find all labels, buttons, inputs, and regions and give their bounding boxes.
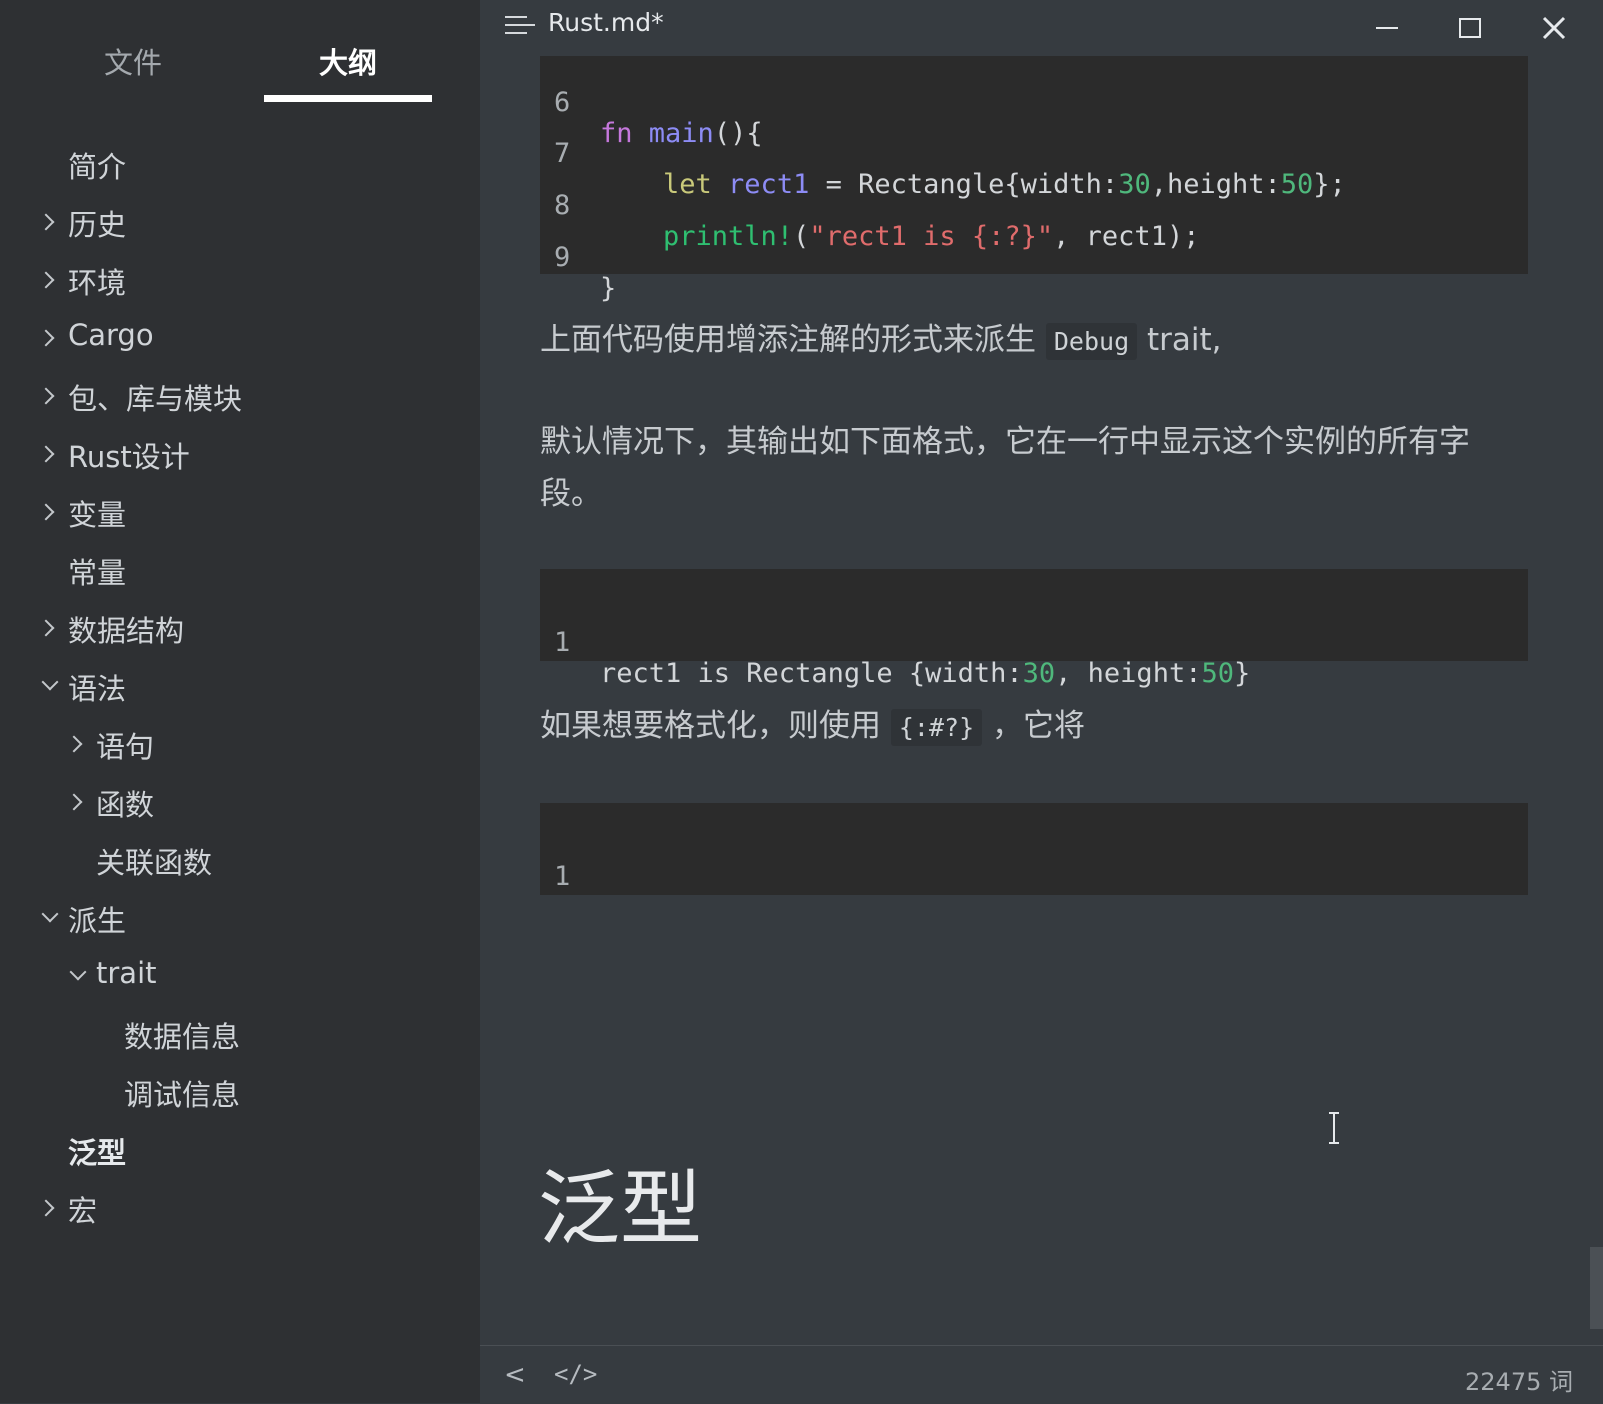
outline-item[interactable]: 宏	[68, 1188, 97, 1230]
code-text: rect1 is Rectangle {width:30, height:50}	[600, 658, 1251, 689]
code-block[interactable]: 1 rect1 is Rectangle {width:30, height:5…	[540, 569, 1528, 689]
outline-item[interactable]: 环境	[68, 260, 126, 302]
chevron-down-icon[interactable]	[41, 905, 59, 923]
code-block[interactable]: 6 fn main(){ 7 let rect1 = Rectangle{wid…	[540, 56, 1528, 304]
text-cursor-icon	[1327, 1110, 1341, 1146]
chevron-right-icon[interactable]	[37, 445, 55, 463]
chevron-down-icon[interactable]	[41, 673, 59, 691]
outline-item[interactable]: 数据结构	[68, 608, 184, 650]
chevron-right-icon[interactable]	[37, 1199, 55, 1217]
close-button[interactable]	[1534, 10, 1574, 46]
source-mode-button[interactable]: </>	[554, 1360, 597, 1388]
outline-item[interactable]: Rust设计	[68, 434, 190, 476]
outline-item[interactable]: trait	[96, 956, 157, 990]
status-bar: < </> 22475 词	[480, 1345, 1603, 1404]
outline-item[interactable]: 历史	[68, 202, 126, 244]
outline-item[interactable]: 语句	[96, 724, 154, 766]
maximize-button[interactable]	[1450, 10, 1490, 46]
line-number: 1	[554, 627, 571, 658]
inline-code: Debug	[1045, 323, 1138, 360]
document-title: Rust.md*	[548, 8, 664, 37]
outline-sidebar: 文件 大纲 简介 历史 环境 Cargo 包、库与模块 Rust设计 变量 常量…	[0, 0, 480, 1403]
chevron-right-icon[interactable]	[37, 503, 55, 521]
minimize-button[interactable]	[1367, 10, 1407, 46]
outline-item[interactable]: 函数	[96, 782, 154, 824]
chevron-right-icon[interactable]	[65, 735, 83, 753]
chevron-right-icon[interactable]	[37, 213, 55, 231]
active-tab-indicator	[264, 95, 432, 102]
section-heading[interactable]: 泛型	[538, 1142, 702, 1261]
code-text: }	[600, 273, 617, 304]
code-text: let rect1 = Rectangle{width:30,height:50…	[663, 169, 1346, 200]
word-count[interactable]: 22475 词	[1465, 1362, 1573, 1397]
outline-item-active[interactable]: 泛型	[68, 1130, 126, 1172]
outline-item[interactable]: 语法	[68, 666, 126, 708]
chevron-right-icon[interactable]	[37, 619, 55, 637]
inline-code: {:#?}	[890, 709, 983, 746]
chevron-right-icon[interactable]	[37, 387, 55, 405]
code-text: println!("rect1 is {:?}", rect1);	[663, 221, 1200, 252]
outline-item[interactable]: 包、库与模块	[68, 376, 242, 418]
editor-pane: Rust.md* 6 fn main(){ 7 let rect1 = Rect…	[480, 0, 1603, 1404]
paragraph[interactable]: 上面代码使用增添注解的形式来派生 Debug trait,	[540, 314, 1520, 368]
title-bar: Rust.md*	[480, 0, 1603, 56]
chevron-right-icon[interactable]	[37, 329, 55, 347]
outline-item[interactable]: Cargo	[68, 318, 154, 352]
outline-item[interactable]: 数据信息	[124, 1014, 240, 1056]
tab-outline[interactable]: 大纲	[319, 40, 377, 82]
code-line: 1	[540, 830, 638, 923]
chevron-right-icon[interactable]	[37, 271, 55, 289]
chevron-down-icon[interactable]	[69, 963, 87, 981]
outline-item[interactable]: 关联函数	[96, 840, 212, 882]
outline-item[interactable]: 变量	[68, 492, 126, 534]
outline-item[interactable]: 简介	[68, 144, 126, 186]
line-number: 9	[554, 242, 571, 273]
menu-icon[interactable]	[505, 13, 535, 37]
outline-item[interactable]: 常量	[68, 550, 126, 592]
paragraph[interactable]: 如果想要格式化，则使用 {:#?} ，它将	[540, 700, 1520, 754]
paragraph[interactable]: 默认情况下，其输出如下面格式，它在一行中显示这个实例的所有字段。	[540, 416, 1520, 520]
sidebar-tabs: 文件 大纲	[0, 0, 480, 105]
outline-item[interactable]: 调试信息	[124, 1072, 240, 1114]
scrollbar-thumb[interactable]	[1590, 1247, 1603, 1329]
outline-item[interactable]: 派生	[68, 898, 126, 940]
toggle-sidebar-button[interactable]: <	[504, 1360, 526, 1390]
chevron-right-icon[interactable]	[65, 793, 83, 811]
tab-files[interactable]: 文件	[104, 40, 162, 82]
code-block[interactable]: 1	[540, 803, 1528, 895]
line-number: 1	[554, 861, 571, 892]
